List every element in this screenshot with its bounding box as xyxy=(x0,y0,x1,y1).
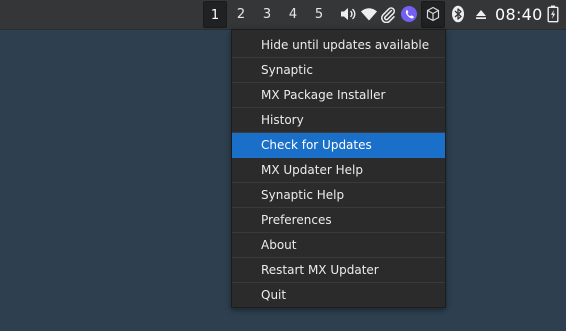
workspace-1-button[interactable]: 1 xyxy=(203,1,227,28)
wifi-icon[interactable] xyxy=(359,4,379,24)
paperclip-icon[interactable] xyxy=(378,4,398,24)
menu-item-mx-package-installer[interactable]: MX Package Installer xyxy=(232,83,445,108)
menu-item-synaptic[interactable]: Synaptic xyxy=(232,58,445,83)
workspace-5-button[interactable]: 5 xyxy=(307,1,331,28)
eject-icon[interactable] xyxy=(471,4,491,24)
menu-item-check-for-updates[interactable]: Check for Updates xyxy=(232,133,445,158)
clock[interactable]: 08:40 xyxy=(495,0,543,29)
menu-item-about[interactable]: About xyxy=(232,233,445,258)
volume-icon[interactable] xyxy=(338,4,358,24)
menu-item-quit[interactable]: Quit xyxy=(232,283,445,308)
updater-context-menu: Hide until updates available Synaptic MX… xyxy=(231,29,446,308)
viber-icon[interactable] xyxy=(399,4,419,24)
menu-item-history[interactable]: History xyxy=(232,108,445,133)
menu-item-preferences[interactable]: Preferences xyxy=(232,208,445,233)
top-panel: 1 2 3 4 5 08:40 xyxy=(0,0,566,30)
package-updater-icon[interactable] xyxy=(423,4,443,24)
workspace-3-button[interactable]: 3 xyxy=(255,1,279,28)
battery-icon[interactable] xyxy=(543,4,563,24)
menu-item-synaptic-help[interactable]: Synaptic Help xyxy=(232,183,445,208)
workspace-4-button[interactable]: 4 xyxy=(281,1,305,28)
menu-item-hide-until-updates[interactable]: Hide until updates available xyxy=(232,33,445,58)
menu-item-mx-updater-help[interactable]: MX Updater Help xyxy=(232,158,445,183)
workspace-2-button[interactable]: 2 xyxy=(229,1,253,28)
bluetooth-icon[interactable] xyxy=(448,4,468,24)
menu-item-restart-mx-updater[interactable]: Restart MX Updater xyxy=(232,258,445,283)
